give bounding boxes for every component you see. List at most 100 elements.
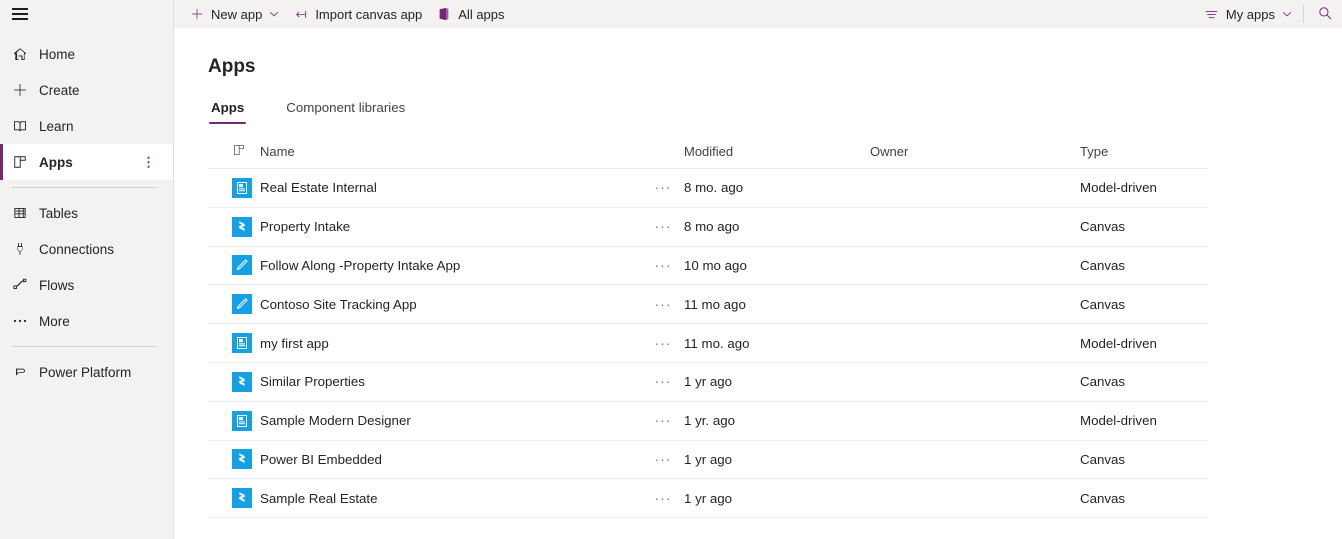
model-driven-app-icon xyxy=(232,410,252,431)
column-header-type[interactable]: Type xyxy=(1080,144,1240,159)
sidebar-item-create[interactable]: Create xyxy=(0,72,173,108)
row-app-name[interactable]: Sample Modern Designer xyxy=(260,413,642,428)
row-more-commands-button[interactable]: ··· xyxy=(642,219,684,234)
my-apps-filter-button[interactable]: My apps xyxy=(1197,0,1299,28)
sidebar-item-more[interactable]: More xyxy=(0,303,173,339)
canvas-pen-app-icon xyxy=(232,255,252,276)
row-app-icon-cell xyxy=(208,177,260,198)
sidebar-item-connections[interactable]: Connections xyxy=(0,231,173,267)
row-more-commands-button[interactable]: ··· xyxy=(642,297,684,312)
row-app-icon-cell xyxy=(208,294,260,315)
hamburger-icon[interactable] xyxy=(12,8,28,20)
row-type: Model-driven xyxy=(1080,335,1157,351)
row-app-name[interactable]: Sample Real Estate xyxy=(260,491,642,506)
row-app-name[interactable]: my first app xyxy=(260,336,642,351)
row-modified: 10 mo ago xyxy=(684,257,747,273)
import-canvas-app-button[interactable]: Import canvas app xyxy=(286,0,429,28)
table-row[interactable]: Contoso Site Tracking App ··· 11 mo ago Can… xyxy=(208,285,1208,325)
chevron-down-icon[interactable] xyxy=(269,9,279,19)
row-app-name[interactable]: Property Intake xyxy=(260,219,642,234)
canvas-app-icon xyxy=(232,488,252,509)
column-header-name[interactable]: Name xyxy=(260,144,642,159)
column-header-owner[interactable]: Owner xyxy=(870,144,1080,159)
sidebar-item-tables[interactable]: Tables xyxy=(0,195,173,231)
sidebar-item-apps[interactable]: Apps ⋮ xyxy=(0,144,173,180)
row-app-icon-cell xyxy=(208,449,260,470)
row-more-commands-button[interactable]: ··· xyxy=(642,258,684,273)
model-driven-app-icon xyxy=(232,333,252,354)
row-more-commands-button[interactable]: ··· xyxy=(642,180,684,195)
table-row[interactable]: Similar Properties ··· 1 yr ago Canvas xyxy=(208,363,1208,402)
row-app-icon-cell xyxy=(208,488,260,509)
sidebar-item-more-icon[interactable]: ⋮ xyxy=(142,156,155,169)
row-modified: 8 mo. ago xyxy=(684,180,744,196)
search-button[interactable] xyxy=(1308,0,1342,28)
column-header-icon[interactable] xyxy=(208,143,260,160)
search-icon xyxy=(1317,5,1333,24)
chevron-down-icon[interactable] xyxy=(1282,9,1292,19)
row-app-name[interactable]: Contoso Site Tracking App xyxy=(260,297,642,312)
sidebar-item-label: Power Platform xyxy=(39,364,132,380)
row-app-name[interactable]: Power BI Embedded xyxy=(260,452,642,467)
command-bar-right: My apps xyxy=(1197,0,1342,28)
canvas-app-icon xyxy=(232,216,252,237)
new-app-button[interactable]: New app xyxy=(182,0,286,28)
row-app-icon-cell xyxy=(208,371,260,392)
row-more-commands-button[interactable]: ··· xyxy=(642,336,684,351)
row-modified: 11 mo. ago xyxy=(684,335,750,351)
row-app-name[interactable]: Similar Properties xyxy=(260,374,642,389)
row-more-commands-button[interactable]: ··· xyxy=(642,374,684,389)
ellipsis-icon: ··· xyxy=(654,334,672,351)
app-type-icon xyxy=(232,143,246,160)
sidebar-item-learn[interactable]: Learn xyxy=(0,108,173,144)
table-header-row: Name Modified Owner Type xyxy=(208,135,1208,169)
row-app-icon-cell xyxy=(208,410,260,431)
row-app-name[interactable]: Follow Along -Property Intake App xyxy=(260,258,642,273)
sidebar-item-home[interactable]: Home xyxy=(0,36,173,72)
sidebar-item-label: Apps xyxy=(39,154,73,170)
ellipsis-icon xyxy=(12,313,34,329)
sidebar-item-label: Home xyxy=(39,46,76,62)
model-driven-app-icon xyxy=(232,177,252,198)
row-type: Model-driven xyxy=(1080,180,1157,196)
sidebar-divider-top xyxy=(12,187,157,188)
power-apps-maker-portal: Home Create Learn Apps ⋮ Tables Connecti… xyxy=(0,0,1342,539)
row-app-name[interactable]: Real Estate Internal xyxy=(260,180,642,195)
row-more-commands-button[interactable]: ··· xyxy=(642,452,684,467)
table-row[interactable]: my first app ··· 11 mo. ago Model-driven xyxy=(208,324,1208,363)
row-modified: 1 yr ago xyxy=(684,451,733,467)
sidebar-item-power-platform[interactable]: Power Platform xyxy=(0,354,173,390)
column-header-modified[interactable]: Modified xyxy=(684,144,870,159)
canvas-app-icon xyxy=(232,371,252,392)
table-row[interactable]: Power BI Embedded ··· 1 yr ago Canvas xyxy=(208,441,1208,480)
ellipsis-icon: ··· xyxy=(654,256,672,273)
sidebar-item-label: Flows xyxy=(39,277,75,293)
plug-icon xyxy=(12,241,34,257)
sidebar-divider-bottom xyxy=(12,346,157,347)
plus-icon xyxy=(12,82,34,98)
table-row[interactable]: Real Estate Internal ··· 8 mo. ago Model-dr… xyxy=(208,169,1208,208)
row-more-commands-button[interactable]: ··· xyxy=(642,413,684,428)
apps-grid-icon xyxy=(12,154,34,170)
all-apps-label: All apps xyxy=(458,6,505,22)
sidebar-item-label: Connections xyxy=(39,241,115,257)
row-more-commands-button[interactable]: ··· xyxy=(642,491,684,506)
row-type: Canvas xyxy=(1080,374,1126,390)
table-row[interactable]: Follow Along -Property Intake App ··· 10 m… xyxy=(208,247,1208,286)
import-canvas-app-label: Import canvas app xyxy=(315,6,423,22)
row-app-icon-cell xyxy=(208,255,260,276)
ellipsis-icon: ··· xyxy=(654,218,672,235)
sidebar-item-flows[interactable]: Flows xyxy=(0,267,173,303)
table-row[interactable]: Sample Real Estate ··· 1 yr ago Canvas xyxy=(208,479,1208,519)
tab-apps[interactable]: Apps xyxy=(209,100,247,124)
table-row[interactable]: Sample Modern Designer ··· 1 yr. ago Model-… xyxy=(208,402,1208,441)
row-modified: 8 mo ago xyxy=(684,219,740,235)
table-row[interactable]: Property Intake ··· 8 mo ago Canvas xyxy=(208,208,1208,247)
all-apps-button[interactable]: All apps xyxy=(429,0,511,28)
page-title: Apps xyxy=(208,56,256,77)
sidebar-toggle[interactable] xyxy=(0,0,173,28)
ellipsis-icon: ··· xyxy=(654,179,672,196)
main-content: New app Import canvas app All apps My ap… xyxy=(174,0,1342,539)
office-apps-icon xyxy=(436,6,452,22)
tab-component-libraries[interactable]: Component libraries xyxy=(284,100,407,124)
